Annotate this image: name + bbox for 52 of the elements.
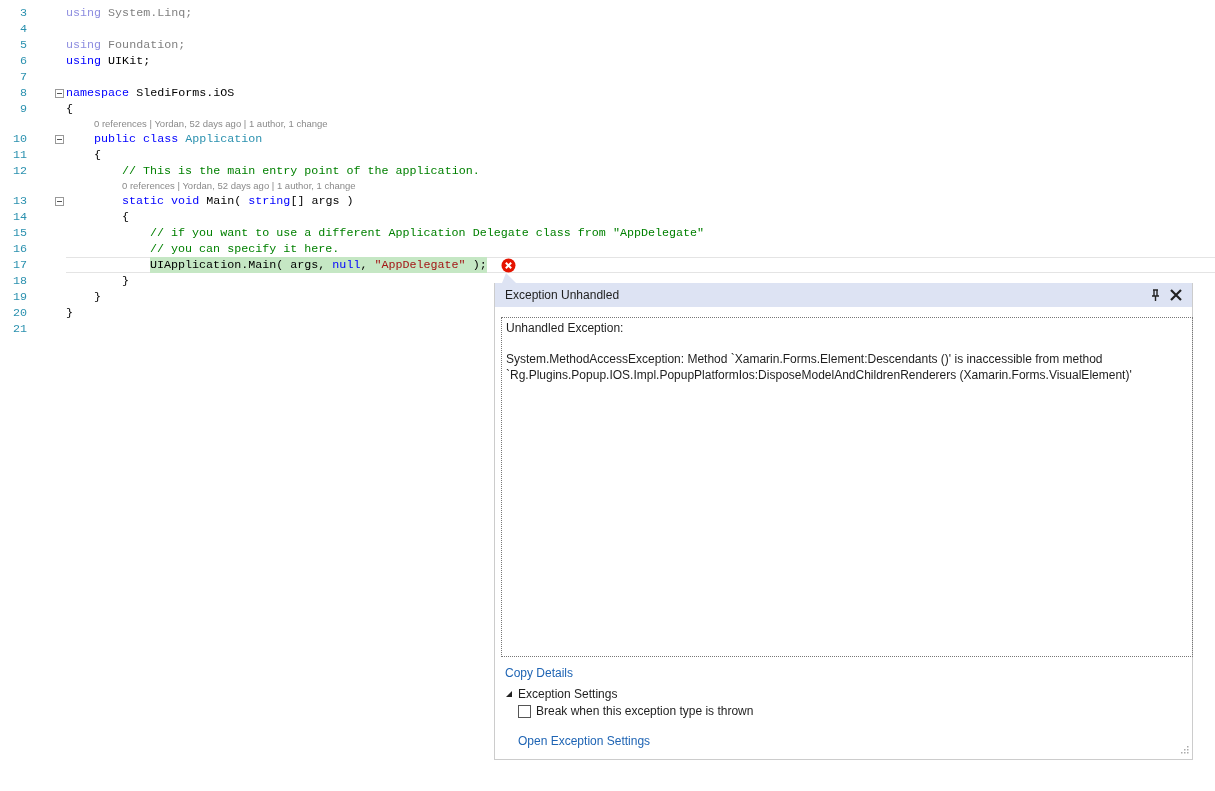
pin-icon[interactable] xyxy=(1151,289,1160,301)
line-number: 20 xyxy=(11,305,27,321)
code-line: { xyxy=(66,101,73,117)
line-number: 15 xyxy=(11,225,27,241)
code-lens[interactable]: 0 references | Yordan, 52 days ago | 1 author, 1 change xyxy=(122,180,356,191)
code-line: static void Main( string[] args ) xyxy=(122,193,354,209)
collapse-icon[interactable] xyxy=(55,134,64,144)
line-number: 5 xyxy=(19,37,27,53)
line-number: 13 xyxy=(11,193,27,209)
code-line: { xyxy=(94,147,101,163)
code-line: } xyxy=(94,289,101,305)
code-line: // you can specify it here. xyxy=(150,241,340,257)
collapse-icon[interactable] xyxy=(55,88,64,98)
line-number: 12 xyxy=(11,163,27,179)
code-lens[interactable]: 0 references | Yordan, 52 days ago | 1 author, 1 change xyxy=(94,118,328,129)
code-line: { xyxy=(122,209,129,225)
line-number: 18 xyxy=(11,273,27,289)
exception-message: `Rg.Plugins.Popup.IOS.Impl.PopupPlatformIos:DisposeModelAndChildrenRenderers (Xamarin.Forms.VisualElement)' xyxy=(506,367,1133,383)
code-line: namespace SlediForms.iOS xyxy=(66,85,235,101)
checkbox-label: Break when this exception type is thrown xyxy=(536,703,754,719)
popup-title: Exception Unhandled xyxy=(505,288,621,302)
collapse-icon[interactable] xyxy=(55,196,64,206)
line-number: 17 xyxy=(11,257,27,273)
code-line: using UIKit; xyxy=(66,53,151,69)
code-line: using Foundation; xyxy=(66,37,186,53)
copy-details-link[interactable]: Copy Details xyxy=(505,665,574,681)
line-number: 16 xyxy=(11,241,27,257)
line-number: 21 xyxy=(11,321,27,337)
code-line: public class Application xyxy=(94,131,263,147)
code-line: // if you want to use a different Application Delegate class from "AppDelegate" xyxy=(150,225,705,241)
line-number: 8 xyxy=(19,85,27,101)
line-number: 6 xyxy=(19,53,27,69)
expand-triangle-icon[interactable] xyxy=(505,690,513,698)
exception-heading: Unhandled Exception: xyxy=(506,320,625,336)
line-number: 9 xyxy=(19,101,27,117)
line-number: 7 xyxy=(19,69,27,85)
resize-grip-icon[interactable] xyxy=(1179,746,1189,756)
exception-settings-label: Exception Settings xyxy=(518,686,618,702)
exception-message: System.MethodAccessException: Method `Xamarin.Forms.Element:Descendants ()' is inaccessible from method xyxy=(506,351,1104,367)
code-line: using System.Linq; xyxy=(66,5,193,21)
line-number: 14 xyxy=(11,209,27,225)
line-number: 11 xyxy=(11,147,27,163)
line-number: 10 xyxy=(11,131,27,147)
checkbox[interactable] xyxy=(518,704,531,718)
close-icon[interactable] xyxy=(1170,289,1182,301)
line-number: 4 xyxy=(19,21,27,37)
code-line: } xyxy=(122,273,129,289)
code-line: // This is the main entry point of the application. xyxy=(122,163,480,179)
line-number: 19 xyxy=(11,289,27,305)
open-exception-settings-link[interactable]: Open Exception Settings xyxy=(518,733,651,749)
code-line: } xyxy=(66,305,73,321)
line-number: 3 xyxy=(19,5,27,21)
